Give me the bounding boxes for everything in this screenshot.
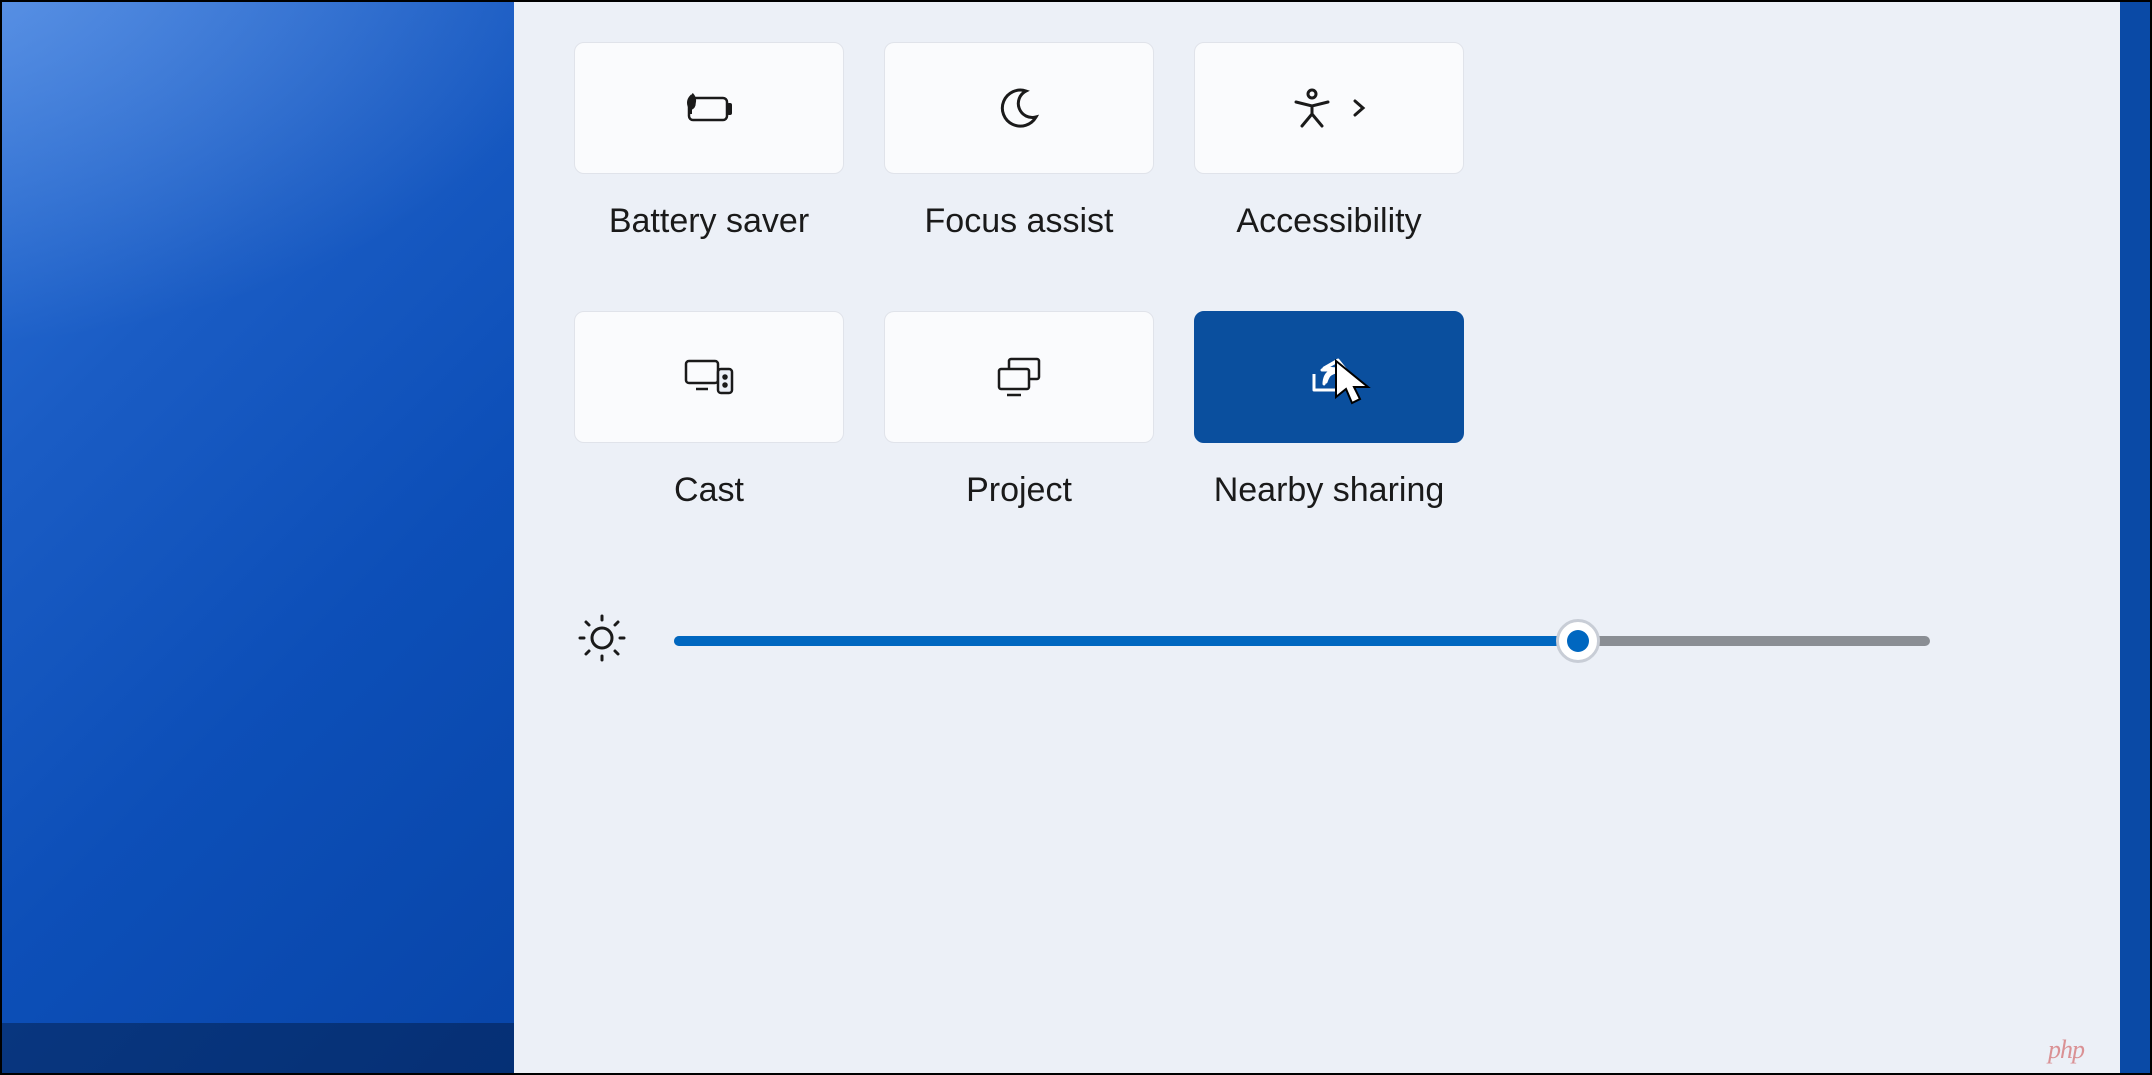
tile-wrapper-battery-saver: Battery saver	[574, 42, 844, 241]
accessibility-tile[interactable]	[1194, 42, 1464, 174]
nearby-sharing-tile[interactable]	[1194, 311, 1464, 443]
cast-label: Cast	[674, 471, 744, 510]
tile-wrapper-project: Project	[884, 311, 1154, 510]
share-icon	[1306, 356, 1352, 398]
focus-assist-tile[interactable]	[884, 42, 1154, 174]
tile-wrapper-focus-assist: Focus assist	[884, 42, 1154, 241]
project-tile[interactable]	[884, 311, 1154, 443]
brightness-slider-fill	[674, 636, 1578, 646]
battery-saver-tile[interactable]	[574, 42, 844, 174]
brightness-slider-row	[574, 610, 2060, 671]
tiles-grid: Battery saver Focus assist	[574, 42, 2060, 510]
battery-saver-label: Battery saver	[609, 202, 809, 241]
brightness-slider[interactable]	[674, 636, 1930, 646]
tile-wrapper-nearby-sharing: Nearby sharing	[1194, 311, 1464, 510]
accessibility-icon	[1290, 86, 1368, 130]
quick-settings-panel: Battery saver Focus assist	[514, 2, 2150, 1073]
cast-tile[interactable]	[574, 311, 844, 443]
tile-wrapper-cast: Cast	[574, 311, 844, 510]
desktop-wallpaper	[2, 2, 514, 1073]
brightness-icon	[574, 610, 630, 671]
nearby-sharing-label: Nearby sharing	[1214, 471, 1445, 510]
brightness-slider-thumb[interactable]	[1556, 619, 1600, 663]
chevron-right-icon	[1350, 99, 1368, 117]
cast-icon	[682, 355, 736, 399]
accessibility-label: Accessibility	[1236, 202, 1421, 241]
tile-wrapper-accessibility: Accessibility	[1194, 42, 1464, 241]
project-label: Project	[966, 471, 1072, 510]
battery-saver-icon	[681, 88, 737, 128]
project-icon	[993, 355, 1045, 399]
watermark: php	[2048, 1035, 2084, 1065]
focus-assist-label: Focus assist	[925, 202, 1114, 241]
moon-icon	[996, 85, 1042, 131]
